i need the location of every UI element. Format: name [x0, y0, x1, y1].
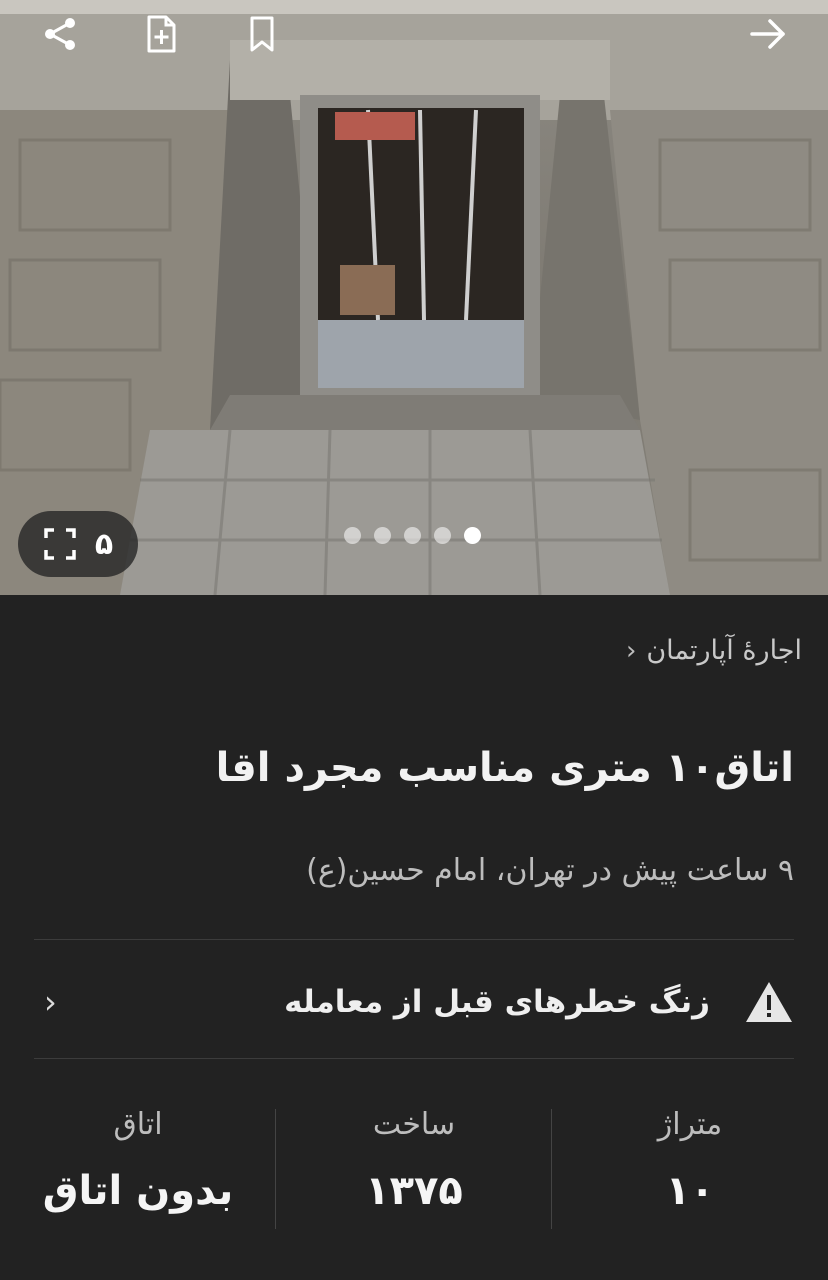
bookmark-icon[interactable] — [238, 10, 286, 58]
listing-title: اتاق۱۰ متری مناسب مجرد اقا — [215, 745, 794, 791]
warning-label: زنگ خطرهای قبل از معامله — [284, 984, 710, 1020]
stat-label: متراژ — [657, 1107, 723, 1142]
stats-row: متراژ ۱۰ ساخت ۱۳۷۵ اتاق بدون اتاق — [0, 1105, 828, 1229]
divider — [34, 939, 794, 940]
chevron-left-icon: ‹ — [44, 983, 57, 1021]
stat-value: ۱۳۷۵ — [365, 1168, 463, 1214]
stat-value: ۱۰ — [665, 1168, 715, 1214]
carousel-dot[interactable] — [344, 527, 361, 544]
warning-icon — [746, 982, 792, 1022]
stat-area: متراژ ۱۰ — [552, 1105, 828, 1229]
carousel-indicator — [344, 527, 481, 544]
carousel-dot[interactable] — [434, 527, 451, 544]
fullscreen-icon — [44, 528, 76, 560]
divider — [34, 1058, 794, 1059]
carousel-dot[interactable] — [374, 527, 391, 544]
share-icon[interactable] — [36, 10, 84, 58]
warning-row[interactable]: زنگ خطرهای قبل از معامله ‹ — [34, 947, 794, 1057]
stat-value: بدون اتاق — [42, 1168, 234, 1214]
basement-entrance-photo — [0, 0, 828, 595]
gallery-count-button[interactable]: ۵ — [18, 511, 138, 577]
back-arrow-icon[interactable] — [744, 10, 792, 58]
stat-rooms: اتاق بدون اتاق — [0, 1105, 276, 1229]
stat-built-year: ساخت ۱۳۷۵ — [276, 1105, 552, 1229]
listing-photo[interactable]: ۵ — [0, 0, 828, 595]
chevron-left-icon: ‹ — [625, 635, 637, 666]
carousel-dot-active[interactable] — [464, 527, 481, 544]
stat-label: ساخت — [372, 1107, 456, 1142]
breadcrumb[interactable]: اجارهٔ آپارتمان ‹ — [626, 635, 802, 666]
add-note-icon[interactable] — [137, 10, 185, 58]
listing-meta: ۹ ساعت پیش در تهران، امام حسین(ع) — [306, 853, 794, 888]
listing-details: اجارهٔ آپارتمان ‹ اتاق۱۰ متری مناسب مجرد… — [0, 595, 828, 1280]
breadcrumb-label: اجارهٔ آپارتمان — [646, 635, 802, 666]
photo-count: ۵ — [94, 526, 114, 562]
stat-label: اتاق — [113, 1107, 163, 1142]
carousel-dot[interactable] — [404, 527, 421, 544]
